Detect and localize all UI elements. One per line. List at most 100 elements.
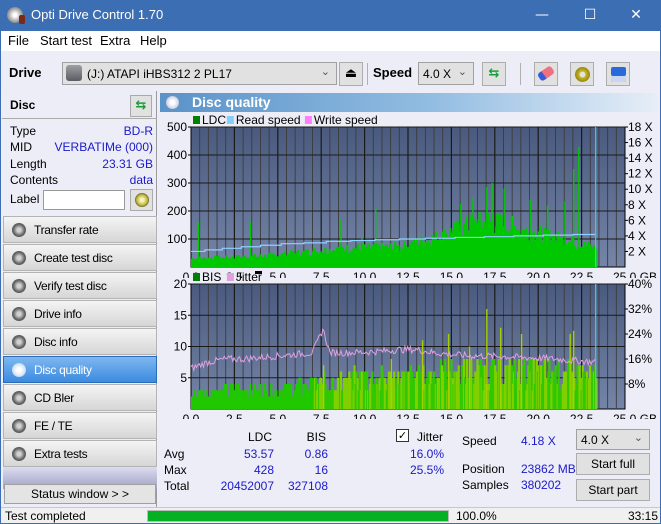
- save-button[interactable]: [606, 62, 630, 86]
- x-tick-label: 22.5: [570, 412, 594, 419]
- stats-max-bis: 16: [314, 463, 328, 477]
- bis-spike: [390, 359, 393, 409]
- menu-help[interactable]: Help: [140, 33, 167, 48]
- ldc-spike: [529, 199, 531, 267]
- y2-tick-label: 14 X: [628, 151, 653, 165]
- menu-start-test[interactable]: Start test: [40, 33, 92, 48]
- y-tick-label: 500: [167, 120, 187, 134]
- bis-spike: [569, 334, 571, 409]
- eject-button[interactable]: ⏏: [339, 62, 363, 86]
- nav-label: FE / TE: [34, 419, 73, 433]
- start-full-button[interactable]: Start full: [576, 453, 650, 475]
- disc-mid-value: VERBATIMe (000): [54, 140, 153, 154]
- eject-icon: ⏏: [344, 66, 358, 81]
- nav-cd-bler[interactable]: CD Bler: [3, 384, 157, 411]
- menu-extra[interactable]: Extra: [100, 33, 130, 48]
- disc-label-button[interactable]: [130, 189, 153, 211]
- app-disc-icon: [7, 7, 25, 24]
- disc-label-input[interactable]: [43, 190, 125, 210]
- stats-max-label: Max: [164, 463, 187, 477]
- position-label: Position: [462, 462, 505, 476]
- y-tick-label: 10: [174, 340, 188, 354]
- progress-fill: [148, 511, 448, 521]
- x-tick-label: 25.0 GB: [613, 412, 657, 419]
- speed-label: Speed: [373, 65, 413, 80]
- fe-te-icon: [12, 419, 26, 433]
- x-tick-label: 0.0: [183, 412, 200, 419]
- x-tick-label: 2.5: [226, 412, 243, 419]
- nav-verify-test-disc[interactable]: Verify test disc: [3, 272, 157, 299]
- status-bar: Test completed 100.0% 33:15: [1, 507, 660, 523]
- disc-label-key: Label: [10, 192, 40, 206]
- verify-test-disc-icon: [12, 279, 26, 293]
- legend-swatch: [226, 273, 234, 281]
- speed-select[interactable]: 4.0 X ⌄: [418, 62, 474, 85]
- disc-header: Disc ⇆: [2, 91, 157, 119]
- disc-contents-key: Contents: [10, 173, 59, 187]
- ldc-spike: [578, 147, 580, 267]
- chevron-down-icon: ⌄: [457, 66, 467, 78]
- y2-tick-label: 16 X: [628, 136, 653, 150]
- x-tick-label: 5.0: [269, 412, 286, 419]
- disc-type-key: Type: [10, 124, 37, 138]
- nav-extra-tests[interactable]: Extra tests: [3, 440, 157, 467]
- disc-refresh-button[interactable]: ⇆: [130, 95, 152, 117]
- nav-label: Drive info: [34, 307, 82, 321]
- drive-select-value: (J:) ATAPI iHBS312 2 PL17: [87, 67, 232, 81]
- nav-create-test-disc[interactable]: Create test disc: [3, 244, 157, 271]
- toolbar-separator: [367, 63, 368, 85]
- panel-title: Disc quality: [192, 94, 271, 110]
- nav-label: Transfer rate: [34, 223, 99, 237]
- y2-tick-label: 24%: [628, 327, 652, 341]
- drive-select[interactable]: (J:) ATAPI iHBS312 2 PL17 ⌄: [62, 62, 337, 85]
- start-part-button[interactable]: Start part: [576, 479, 650, 501]
- y-tick-label: 15: [174, 308, 188, 322]
- disc-info-icon: [12, 335, 26, 349]
- y2-tick-label: 16%: [628, 352, 652, 366]
- legend-swatch: [193, 273, 200, 281]
- disc-mid-key: MID: [10, 140, 32, 154]
- create-test-disc-icon: [12, 251, 26, 265]
- x-tick-label: 10.0: [353, 412, 377, 419]
- stats-col-ldc: LDC: [247, 430, 272, 444]
- title-bar: Opti Drive Control 1.70 — ☐ ✕: [1, 0, 660, 31]
- menu-file[interactable]: File: [8, 33, 29, 48]
- bis-spike: [322, 365, 325, 409]
- refresh-button[interactable]: ⇆: [482, 62, 506, 86]
- nav-disc-quality[interactable]: Disc quality: [3, 356, 157, 383]
- settings-icon: [574, 67, 590, 82]
- nav-fe-te[interactable]: FE / TE: [3, 412, 157, 439]
- settings-button[interactable]: [570, 62, 594, 86]
- y2-tick-label: 40%: [628, 277, 652, 291]
- status-window-button[interactable]: Status window > >: [4, 484, 156, 504]
- y-tick-label: 200: [167, 204, 187, 218]
- nav-disc-info[interactable]: Disc info: [3, 328, 157, 355]
- nav-drive-info[interactable]: Drive info: [3, 300, 157, 327]
- app-window: Opti Drive Control 1.70 — ☐ ✕ File Start…: [1, 0, 660, 523]
- save-icon: [610, 67, 626, 82]
- bis-chart: BIS Jitter51015208%16%24%32%40%0.0 2.5 5.0 7…: [174, 270, 657, 419]
- ldc-spike: [197, 222, 200, 267]
- x-tick-label: 7.5: [313, 412, 330, 419]
- drive-icon: [66, 65, 82, 81]
- disc-type-row: Type BD-R: [10, 124, 153, 140]
- speed-stat-value: 4.18 X: [521, 434, 556, 448]
- jitter-checkbox[interactable]: ✓: [396, 429, 409, 442]
- transfer-rate-icon: [12, 223, 26, 237]
- close-button[interactable]: ✕: [613, 0, 659, 31]
- maximize-button[interactable]: ☐: [567, 0, 613, 31]
- y-tick-label: 300: [167, 176, 187, 190]
- samples-label: Samples: [462, 478, 509, 492]
- disc-label-row: Label: [10, 189, 153, 211]
- minimize-button[interactable]: —: [519, 0, 565, 31]
- erase-button[interactable]: [534, 62, 558, 86]
- ldc-chart: LDC Read speed Write speed 100 200 300 400 500 2…: [167, 113, 657, 278]
- stats-total-ldc: 20452007: [220, 479, 274, 493]
- test-speed-select[interactable]: 4.0 X ⌄: [576, 429, 650, 450]
- nav-transfer-rate[interactable]: Transfer rate: [3, 216, 157, 243]
- x-tick-label: 20.0: [527, 412, 551, 419]
- bis-spike: [421, 340, 424, 409]
- y2-tick-label: 2 X: [628, 244, 646, 258]
- disc-quality-panel: Disc quality LDC Read speed Write speed 100…: [158, 91, 660, 507]
- disc-type-value: BD-R: [123, 124, 153, 138]
